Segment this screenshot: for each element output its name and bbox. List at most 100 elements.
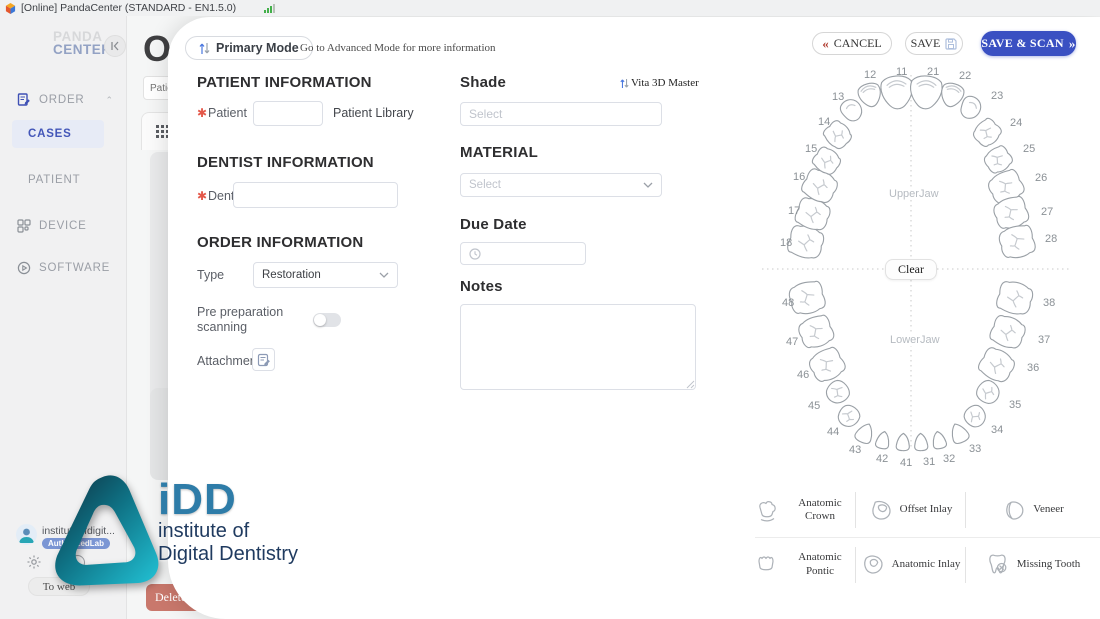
pre-preparation-scanning-label: Pre preparation scanning bbox=[197, 305, 287, 335]
upper-jaw-label: UpperJaw bbox=[885, 188, 943, 200]
tooth-number-41: 41 bbox=[900, 457, 912, 469]
restoration-type-row: Anatomic PonticAnatomic InlayMissing Too… bbox=[755, 537, 1100, 591]
collapse-icon bbox=[110, 41, 120, 51]
tooth-34[interactable] bbox=[961, 402, 990, 431]
tooth-36[interactable] bbox=[976, 344, 1018, 386]
offset-inlay-icon bbox=[869, 498, 894, 523]
user-name: instituteofdigit... bbox=[42, 525, 122, 537]
restoration-type-panel: Anatomic CrownOffset InlayVeneerAnatomic… bbox=[755, 483, 1100, 591]
vita-3d-master-link[interactable]: Vita 3D Master bbox=[620, 77, 699, 89]
patient-library-link[interactable]: Patient Library bbox=[333, 106, 414, 120]
anatomic-pontic-icon bbox=[755, 552, 779, 577]
tooth-number-28: 28 bbox=[1045, 233, 1057, 245]
tooth-47[interactable] bbox=[796, 312, 837, 351]
sidebar: PANDA CENTER ORDER ⌃ CASES PATIENT bbox=[0, 16, 127, 619]
notes-textarea[interactable] bbox=[460, 304, 696, 390]
tooth-number-44: 44 bbox=[827, 426, 839, 438]
tooth-38[interactable] bbox=[995, 279, 1035, 318]
tooth-number-47: 47 bbox=[786, 336, 798, 348]
tooth-number-14: 14 bbox=[818, 116, 830, 128]
restoration-type-anatomic-crown[interactable]: Anatomic Crown bbox=[755, 492, 855, 528]
shade-input[interactable] bbox=[460, 102, 662, 126]
tooth-number-42: 42 bbox=[876, 453, 888, 465]
type-select[interactable]: Restoration bbox=[253, 262, 398, 288]
tooth-number-21: 21 bbox=[927, 66, 939, 78]
restoration-type-veneer[interactable]: Veneer bbox=[965, 492, 1100, 528]
sidebar-collapse-button[interactable] bbox=[104, 35, 126, 57]
attachment-label: Attachment bbox=[197, 354, 260, 368]
tooth-number-43: 43 bbox=[849, 444, 861, 456]
chevrons-left-icon: « bbox=[822, 36, 829, 52]
chevron-up-icon: ⌃ bbox=[105, 95, 113, 106]
tooth-number-15: 15 bbox=[805, 143, 817, 155]
restoration-type-anatomic-inlay[interactable]: Anatomic Inlay bbox=[855, 547, 965, 583]
save-button[interactable]: SAVE bbox=[905, 32, 963, 55]
shade-switch-icon bbox=[620, 78, 629, 89]
tooth-number-45: 45 bbox=[808, 400, 820, 412]
due-date-input[interactable] bbox=[460, 242, 586, 265]
toggle-knob bbox=[314, 314, 326, 326]
sidebar-item-device[interactable]: DEVICE bbox=[0, 216, 127, 236]
clear-button[interactable]: Clear bbox=[885, 259, 937, 280]
tooth-number-23: 23 bbox=[991, 90, 1003, 102]
tooth-11[interactable] bbox=[880, 75, 914, 110]
primary-mode-button[interactable]: Primary Mode bbox=[185, 36, 313, 60]
tooth-number-12: 12 bbox=[864, 69, 876, 81]
material-select[interactable]: Select bbox=[460, 173, 662, 197]
tooth-number-22: 22 bbox=[959, 70, 971, 82]
cancel-button[interactable]: « CANCEL bbox=[812, 32, 892, 55]
tooth-43[interactable] bbox=[853, 421, 876, 446]
attachment-button[interactable] bbox=[252, 348, 275, 371]
device-icon bbox=[17, 219, 31, 233]
material-heading: MATERIAL bbox=[460, 144, 538, 161]
notes-heading: Notes bbox=[460, 278, 503, 295]
avatar[interactable] bbox=[16, 524, 37, 545]
tooth-number-26: 26 bbox=[1035, 172, 1047, 184]
panda-center-logo: PANDA CENTER bbox=[53, 30, 112, 56]
tooth-number-48: 48 bbox=[782, 297, 794, 309]
tooth-42[interactable] bbox=[875, 430, 891, 450]
sidebar-item-order[interactable]: ORDER ⌃ bbox=[0, 90, 127, 110]
gear-icon bbox=[26, 554, 42, 570]
tooth-chart: 1817161514131211212223242526272848474645… bbox=[740, 60, 1100, 470]
attachment-document-icon bbox=[257, 353, 271, 367]
restoration-type-row: Anatomic CrownOffset InlayVeneer bbox=[755, 483, 1100, 537]
to-web-button[interactable]: To web bbox=[28, 577, 90, 596]
tooth-number-31: 31 bbox=[923, 456, 935, 468]
tooth-33[interactable] bbox=[947, 421, 970, 446]
sidebar-item-software[interactable]: SOFTWARE bbox=[0, 258, 127, 278]
restoration-type-offset-inlay[interactable]: Offset Inlay bbox=[855, 492, 965, 528]
advanced-mode-note[interactable]: Go to Advanced Mode for more information bbox=[300, 42, 496, 54]
tooth-45[interactable] bbox=[822, 377, 853, 408]
required-asterisk: ✱ bbox=[197, 106, 207, 120]
tooth-41[interactable] bbox=[896, 433, 910, 451]
restoration-type-missing-tooth[interactable]: Missing Tooth bbox=[965, 547, 1100, 583]
sidebar-item-cases[interactable]: CASES bbox=[12, 120, 104, 148]
app-cube-icon bbox=[5, 3, 16, 14]
chevrons-right-icon: » bbox=[1069, 36, 1076, 52]
tooth-32[interactable] bbox=[931, 430, 947, 450]
tooth-number-38: 38 bbox=[1043, 297, 1055, 309]
sidebar-item-patient[interactable]: PATIENT bbox=[0, 170, 127, 190]
help-button[interactable] bbox=[70, 555, 85, 570]
pre-preparation-toggle[interactable] bbox=[313, 313, 341, 327]
tooth-24[interactable] bbox=[970, 116, 1004, 150]
tooth-number-24: 24 bbox=[1010, 117, 1022, 129]
tooth-21[interactable] bbox=[909, 75, 943, 110]
tooth-number-46: 46 bbox=[797, 369, 809, 381]
shade-heading: Shade bbox=[460, 74, 506, 91]
save-and-scan-button[interactable]: SAVE & SCAN » bbox=[981, 31, 1076, 56]
restoration-type-anatomic-pontic[interactable]: Anatomic Pontic bbox=[755, 547, 855, 583]
patient-input[interactable] bbox=[253, 101, 323, 126]
dentist-input[interactable] bbox=[233, 182, 398, 208]
tooth-31[interactable] bbox=[914, 433, 928, 451]
user-role-badge: AuthorizedLab bbox=[42, 538, 110, 549]
tooth-37[interactable] bbox=[988, 312, 1029, 351]
tooth-number-17: 17 bbox=[788, 205, 800, 217]
tooth-number-25: 25 bbox=[1023, 143, 1035, 155]
anatomic-inlay-icon bbox=[861, 552, 886, 577]
settings-button[interactable] bbox=[26, 554, 42, 570]
patient-information-heading: PATIENT INFORMATION bbox=[197, 74, 372, 91]
tooth-46[interactable] bbox=[806, 344, 848, 386]
user-avatar-icon bbox=[16, 524, 37, 545]
